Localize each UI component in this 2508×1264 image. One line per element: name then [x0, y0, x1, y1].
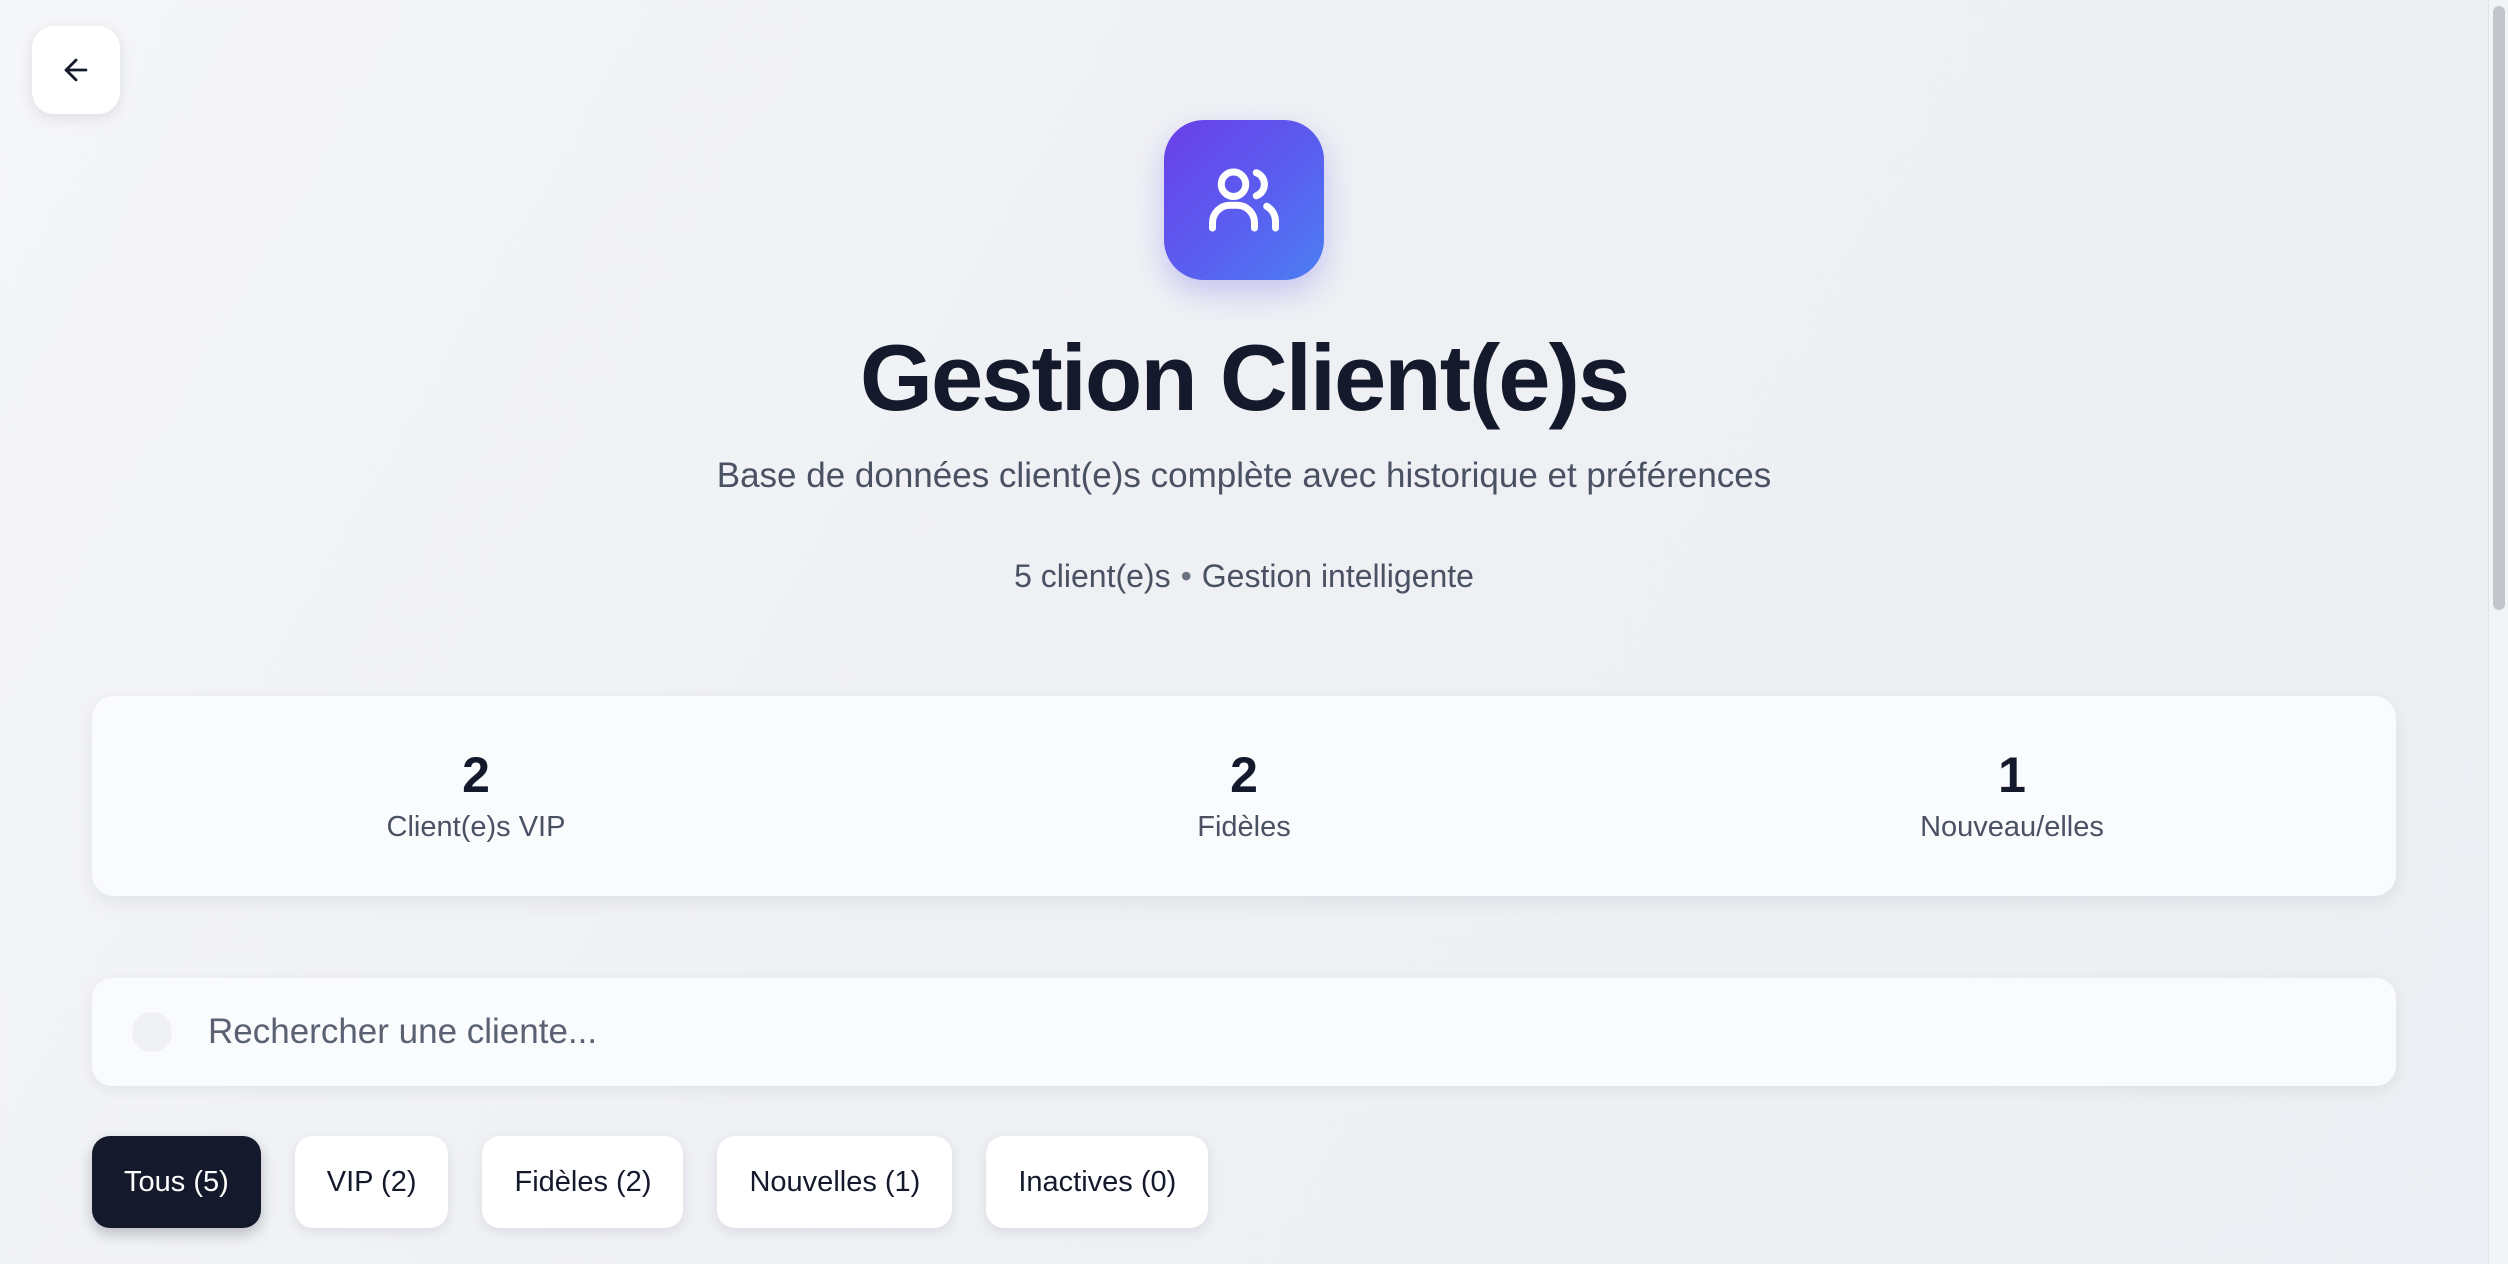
stat-new: 1 Nouveau/elles: [1628, 696, 2396, 896]
stat-label: Nouveau/elles: [1920, 811, 2104, 843]
page-subtitle: Base de données client(e)s complète avec…: [716, 456, 1772, 495]
search-icon: [132, 1012, 172, 1052]
search-input[interactable]: [206, 977, 2396, 1087]
meta-separator: •: [1180, 558, 1192, 594]
stat-label: Fidèles: [1197, 811, 1291, 843]
stat-value: 1: [1998, 747, 2026, 803]
stat-label: Client(e)s VIP: [386, 811, 566, 843]
page-title: Gestion Client(e)s: [859, 325, 1630, 430]
arrow-left-icon: [64, 58, 88, 82]
filter-inactive[interactable]: Inactives (0): [986, 1136, 1209, 1228]
page: Gestion Client(e)s Base de données clien…: [0, 0, 2488, 1264]
filter-new[interactable]: Nouvelles (1): [717, 1136, 953, 1228]
users-icon: [1209, 168, 1280, 232]
scrollbar-thumb[interactable]: [2493, 6, 2505, 610]
filter-vip[interactable]: VIP (2): [294, 1136, 449, 1228]
client-meta-line: 5 client(e)s • Gestion intelligente: [0, 554, 2488, 598]
client-count-text: 5 client(e)s: [1014, 558, 1171, 594]
stats-card: 2 Client(e)s VIP 2 Fidèles 1 Nouveau/ell…: [92, 696, 2396, 896]
filter-chips: Tous (5) VIP (2) Fidèles (2) Nouvelles (…: [92, 1136, 1209, 1228]
stat-value: 2: [1230, 747, 1258, 803]
filter-loyal[interactable]: Fidèles (2): [482, 1136, 684, 1228]
hero-users-badge: [1164, 120, 1324, 280]
stat-value: 2: [462, 747, 490, 803]
search-bar[interactable]: [92, 977, 2396, 1087]
meta-tagline: Gestion intelligente: [1201, 558, 1474, 594]
vertical-scrollbar[interactable]: [2488, 0, 2508, 1264]
stat-vip: 2 Client(e)s VIP: [92, 696, 860, 896]
filter-all[interactable]: Tous (5): [92, 1136, 261, 1228]
stat-loyal: 2 Fidèles: [860, 696, 1628, 896]
back-button[interactable]: [32, 26, 120, 114]
